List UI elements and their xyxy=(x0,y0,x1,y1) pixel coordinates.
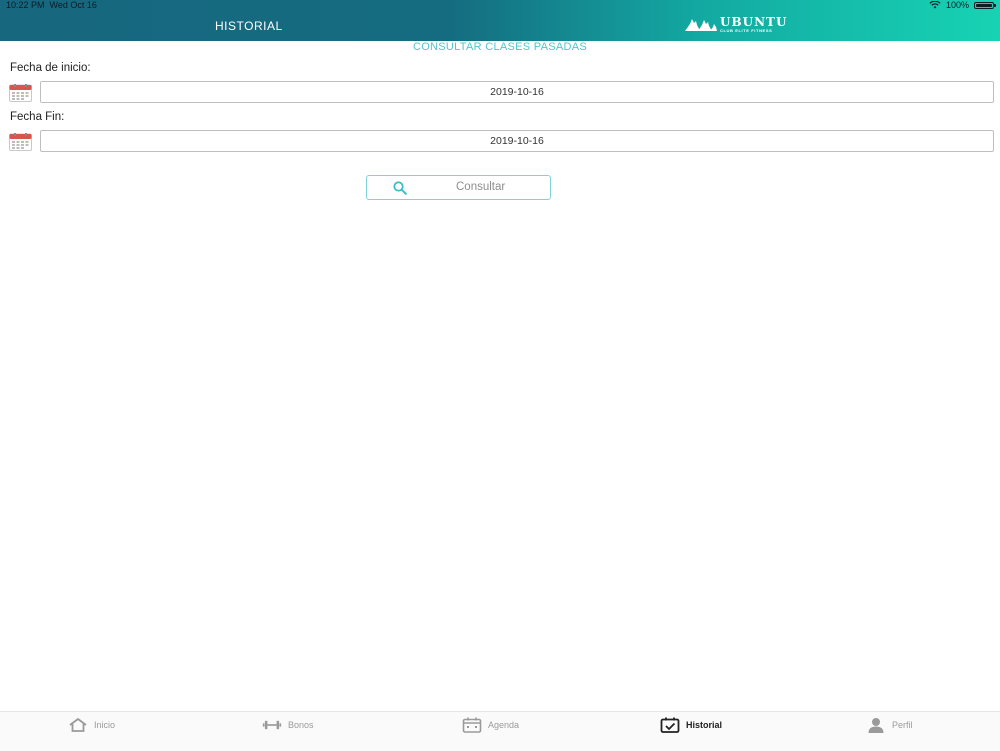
calendar-icon xyxy=(9,84,32,102)
status-right: 100% xyxy=(929,0,996,10)
start-date-field[interactable]: 2019-10-16 xyxy=(40,81,994,103)
end-date-label: Fecha Fin: xyxy=(10,111,65,123)
calendar-check-icon xyxy=(660,717,680,733)
status-time: 10:22 PM Wed Oct 16 xyxy=(6,0,97,10)
tab-label: Perfil xyxy=(892,720,913,730)
start-date-label: Fecha de inicio: xyxy=(10,62,91,74)
app-header: 10:22 PM Wed Oct 16 100% HISTORIAL UBUNT… xyxy=(0,0,1000,41)
wifi-icon xyxy=(929,1,941,9)
dumbbell-icon xyxy=(262,720,282,730)
tab-label: Bonos xyxy=(288,720,314,730)
calendar-icon xyxy=(462,717,482,733)
consult-button-label: Consultar xyxy=(456,181,506,193)
tab-agenda[interactable]: Agenda xyxy=(462,717,519,733)
tab-label: Historial xyxy=(686,720,723,730)
battery-percent: 100% xyxy=(945,0,969,10)
status-date-text: Wed Oct 16 xyxy=(49,0,97,10)
tab-perfil[interactable]: Perfil xyxy=(866,717,913,733)
page-title: HISTORIAL xyxy=(215,19,283,33)
battery-icon xyxy=(974,1,996,9)
consult-button[interactable]: Consultar xyxy=(366,175,551,200)
tab-bar: Inicio Bonos Agenda Historial Perfil xyxy=(0,711,1000,751)
tab-label: Agenda xyxy=(488,720,520,730)
calendar-icon xyxy=(9,133,32,151)
end-date-field[interactable]: 2019-10-16 xyxy=(40,130,994,152)
search-icon xyxy=(393,181,407,195)
tab-historial[interactable]: Historial xyxy=(660,717,722,733)
home-icon xyxy=(69,718,87,732)
brand-logo: UBUNTU CLUB ELITE FITNESS xyxy=(684,16,787,33)
status-time-text: 10:22 PM xyxy=(6,0,45,10)
tab-inicio[interactable]: Inicio xyxy=(68,717,115,733)
tab-bonos[interactable]: Bonos xyxy=(262,717,314,733)
tab-label: Inicio xyxy=(94,720,116,730)
brand-name: UBUNTU xyxy=(720,15,788,29)
status-bar: 10:22 PM Wed Oct 16 100% xyxy=(0,0,1000,10)
wolves-logo-icon xyxy=(685,19,717,31)
user-icon xyxy=(868,718,884,733)
section-title: CONSULTAR CLASES PASADAS xyxy=(412,41,588,53)
brand-subtitle: CLUB ELITE FITNESS xyxy=(720,28,773,33)
